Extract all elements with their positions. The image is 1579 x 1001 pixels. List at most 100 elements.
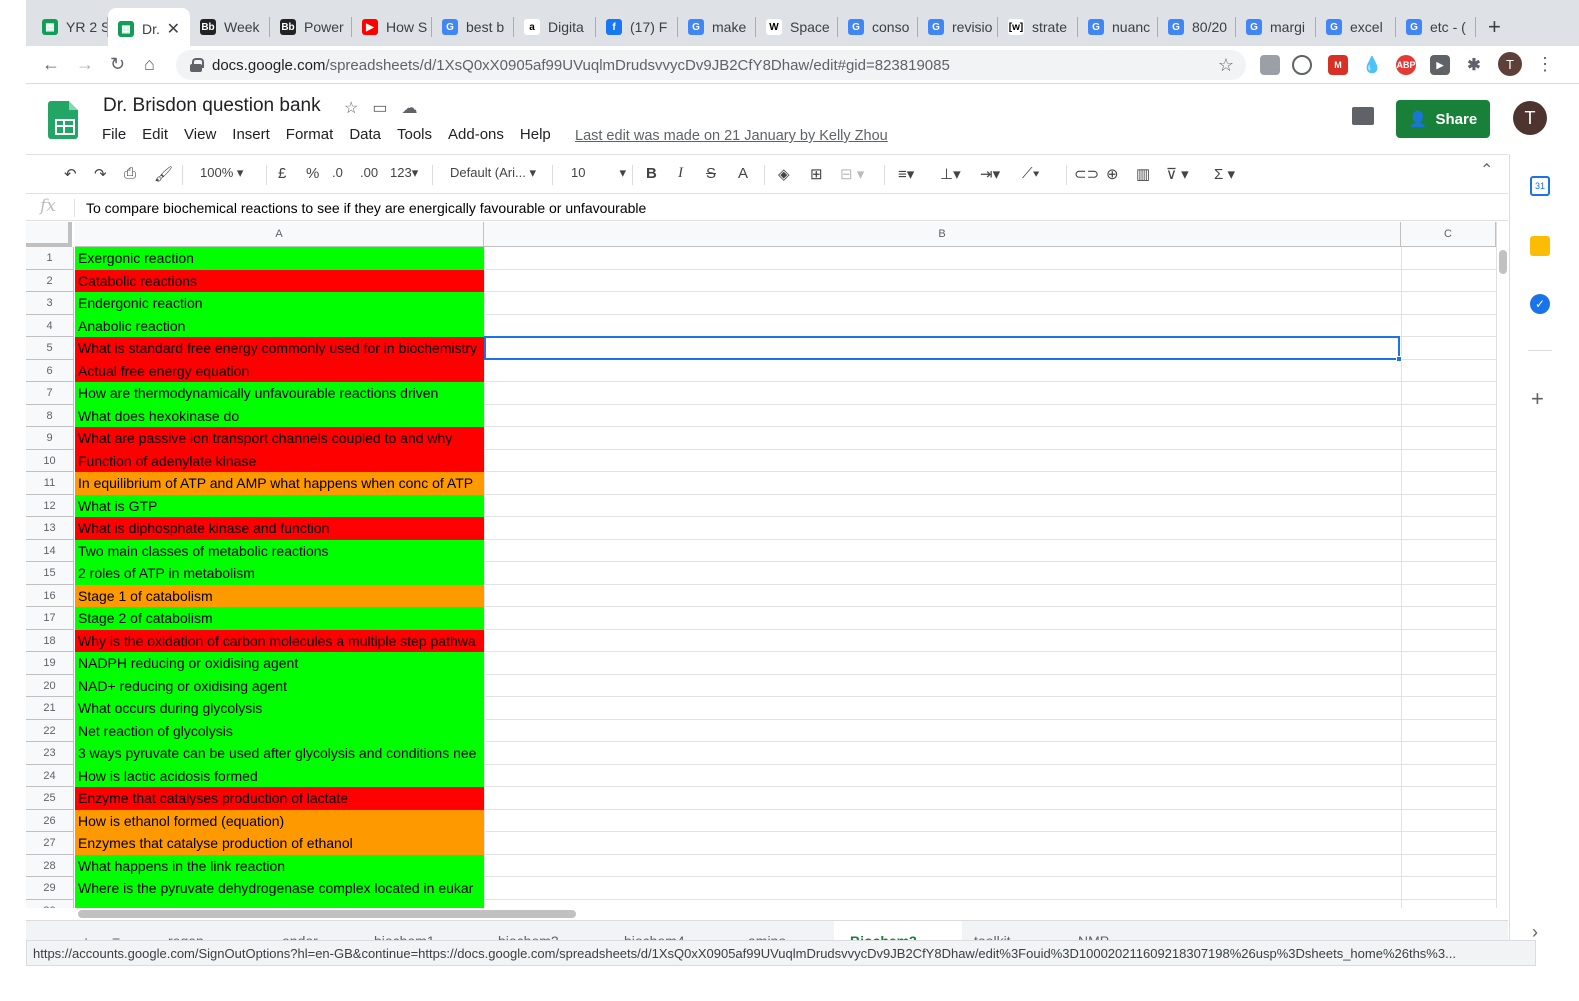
add-addon-icon[interactable]: +: [1531, 386, 1544, 412]
cell-a[interactable]: What is standard free energy commonly us…: [75, 337, 484, 360]
row-header[interactable]: 29: [26, 877, 74, 900]
row-header[interactable]: 22: [26, 719, 74, 742]
browser-tab[interactable]: Gexcel: [1316, 8, 1396, 46]
fill-handle[interactable]: [1396, 356, 1402, 362]
cell-a[interactable]: Why is the oxidation of carbon molecules…: [75, 629, 484, 652]
vertical-align-icon[interactable]: ⊥▾: [940, 165, 961, 183]
sheets-logo-icon[interactable]: [48, 101, 78, 139]
row-header[interactable]: 16: [26, 584, 74, 607]
currency-format-button[interactable]: £: [278, 165, 286, 182]
row-header[interactable]: 30: [26, 899, 74, 908]
url-field[interactable]: docs.google.com/spreadsheets/d/1XsQ0xX09…: [176, 50, 1246, 80]
last-edit-link[interactable]: Last edit was made on 21 January by Kell…: [575, 128, 888, 144]
zoom-select[interactable]: 100% ▾: [200, 165, 243, 181]
show-side-panel-icon[interactable]: ›: [1532, 922, 1538, 943]
row-header[interactable]: 11: [26, 472, 74, 495]
fill-color-icon[interactable]: ◈: [778, 165, 790, 183]
collapse-menus-icon[interactable]: ⌃: [1480, 160, 1493, 180]
cell-a[interactable]: Actual free energy equation: [75, 359, 484, 382]
font-size-select[interactable]: 10 ▾: [571, 165, 626, 181]
bold-button[interactable]: B: [646, 165, 657, 182]
row-header[interactable]: 2: [26, 269, 74, 292]
row-header[interactable]: 6: [26, 359, 74, 382]
row-header[interactable]: 20: [26, 674, 74, 697]
menu-add-ons[interactable]: Add-ons: [448, 126, 504, 143]
insert-chart-icon[interactable]: ▥: [1136, 165, 1150, 183]
decrease-decimal-button[interactable]: .0: [332, 165, 343, 180]
undo-icon[interactable]: ↶: [64, 165, 77, 183]
extensions-puzzle-icon[interactable]: ✱: [1464, 55, 1484, 75]
more-formats-select[interactable]: 123▾: [390, 165, 418, 181]
cell-a[interactable]: Function of adenylate kinase: [75, 449, 484, 472]
lock-icon[interactable]: [190, 58, 204, 72]
comment-history-icon[interactable]: [1352, 107, 1374, 125]
horizontal-align-icon[interactable]: ≡▾: [898, 165, 914, 183]
cell-a[interactable]: Endergonic reaction: [75, 292, 484, 315]
browser-tab[interactable]: Getc - (: [1396, 8, 1476, 46]
row-header[interactable]: 26: [26, 809, 74, 832]
percent-format-button[interactable]: %: [306, 165, 319, 182]
profile-avatar[interactable]: T: [1498, 52, 1522, 76]
cell-a[interactable]: 2 roles of ATP in metabolism: [75, 562, 484, 585]
extension-block-icon[interactable]: [1292, 55, 1312, 75]
cell-a[interactable]: Two main classes of metabolic reactions: [75, 539, 484, 562]
browser-tab[interactable]: Bb Week: [190, 8, 270, 46]
cell-a[interactable]: NAD+ reducing or oxidising agent: [75, 674, 484, 697]
menu-tools[interactable]: Tools: [397, 126, 432, 143]
row-header[interactable]: 27: [26, 832, 74, 855]
text-wrapping-icon[interactable]: ⇥▾: [980, 165, 1000, 183]
filter-icon[interactable]: ⊽ ▾: [1166, 165, 1189, 183]
browser-tab[interactable]: Grevisio: [918, 8, 998, 46]
select-all-corner[interactable]: [26, 222, 72, 247]
strikethrough-button[interactable]: S: [706, 165, 716, 182]
share-button[interactable]: 👤 Share: [1396, 100, 1490, 138]
row-header[interactable]: 3: [26, 292, 74, 315]
close-tab-icon[interactable]: ✕: [167, 19, 180, 39]
row-header[interactable]: 24: [26, 764, 74, 787]
row-header[interactable]: 4: [26, 314, 74, 337]
menu-data[interactable]: Data: [349, 126, 381, 143]
cell-a[interactable]: NADPH reducing or oxidising agent: [75, 652, 484, 675]
forward-icon[interactable]: →: [76, 54, 94, 75]
menu-file[interactable]: File: [102, 126, 126, 143]
new-tab-button[interactable]: +: [1488, 14, 1501, 40]
functions-button[interactable]: Σ ▾: [1214, 165, 1235, 183]
browser-tab[interactable]: ▦ YR 2 S: [32, 8, 108, 46]
extension-video-icon[interactable]: ▶: [1430, 55, 1450, 75]
merge-cells-icon[interactable]: ⊟ ▾: [840, 165, 864, 183]
tasks-icon[interactable]: ✓: [1530, 294, 1550, 314]
print-icon[interactable]: ⎙: [124, 165, 136, 182]
row-header[interactable]: 21: [26, 697, 74, 720]
row-header[interactable]: 1: [26, 247, 74, 270]
browser-tab[interactable]: ▶ How S: [352, 8, 432, 46]
browser-tab[interactable]: ▦ Dr. ✕: [108, 8, 190, 50]
extension-adblock-icon[interactable]: ABP: [1396, 55, 1416, 75]
cell-a[interactable]: Exergonic reaction: [75, 247, 484, 270]
keep-icon[interactable]: [1530, 236, 1550, 256]
menu-help[interactable]: Help: [520, 126, 551, 143]
browser-tab[interactable]: G 80/20: [1158, 8, 1236, 46]
menu-format[interactable]: Format: [286, 126, 334, 143]
browser-tab[interactable]: Gconso: [838, 8, 918, 46]
row-header[interactable]: 8: [26, 404, 74, 427]
selected-cell-b5[interactable]: [484, 336, 1400, 360]
menu-edit[interactable]: Edit: [142, 126, 168, 143]
extension-office-icon[interactable]: [1260, 55, 1280, 75]
browser-tab[interactable]: a Digita: [514, 8, 596, 46]
row-header[interactable]: 12: [26, 494, 74, 517]
row-header[interactable]: 15: [26, 562, 74, 585]
column-header-b[interactable]: B: [484, 222, 1401, 247]
calendar-icon[interactable]: 31: [1530, 176, 1550, 196]
row-header[interactable]: 28: [26, 854, 74, 877]
cell-a[interactable]: How is ethanol formed (equation): [75, 809, 484, 832]
browser-tab[interactable]: Bb Power: [270, 8, 352, 46]
column-header-c[interactable]: C: [1401, 222, 1496, 247]
cell-a[interactable]: [75, 899, 484, 908]
paint-format-icon[interactable]: 🖌: [154, 165, 173, 183]
row-header[interactable]: 7: [26, 382, 74, 405]
text-rotation-icon[interactable]: ⟋▾: [1022, 165, 1040, 182]
back-icon[interactable]: ←: [42, 54, 60, 75]
browser-tab[interactable]: W Space: [756, 8, 838, 46]
cloud-saved-icon[interactable]: ☁: [401, 98, 417, 118]
browser-tab[interactable]: [w] strate: [998, 8, 1078, 46]
